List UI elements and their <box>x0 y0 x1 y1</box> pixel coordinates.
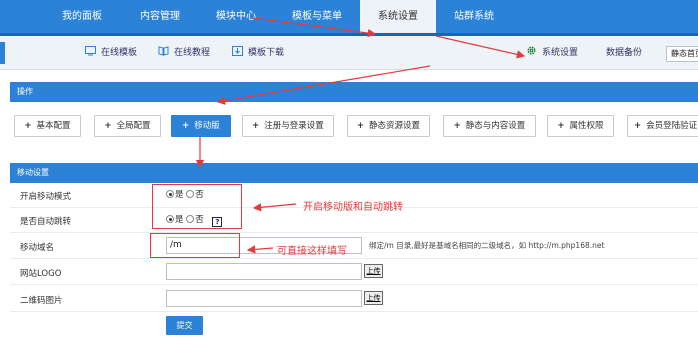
arrow-to-system-settings <box>251 17 377 38</box>
arrow-to-mobile-tab <box>216 65 431 105</box>
arrow-to-subnav-settings <box>435 35 526 59</box>
annotation-arrows <box>195 17 526 254</box>
arrow-to-radio-box <box>252 203 297 212</box>
arrow-to-domain-box <box>246 245 274 254</box>
